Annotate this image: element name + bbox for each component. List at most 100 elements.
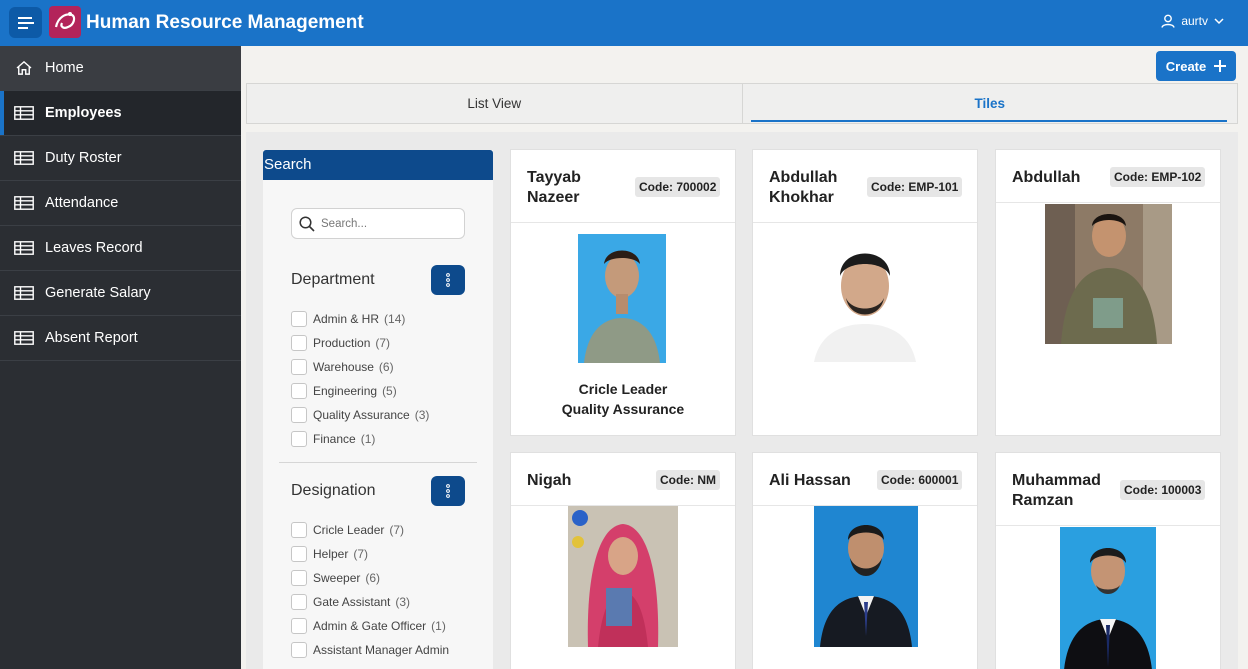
sidebar-item-label: Attendance: [45, 195, 119, 211]
person-silhouette-icon: [1060, 527, 1156, 669]
sidebar-item-label: Employees: [45, 105, 122, 121]
employee-name: Abdullah Khokhar: [769, 168, 837, 208]
username: aurtv: [1181, 14, 1208, 28]
table-icon: [14, 151, 34, 165]
facet-option[interactable]: Production (7): [291, 331, 429, 355]
facet-title-designation: Designation: [291, 482, 376, 499]
facet-option[interactable]: Engineering (5): [291, 379, 429, 403]
sidebar-item-generate-salary[interactable]: Generate Salary: [0, 271, 241, 316]
user-menu[interactable]: aurtv: [1161, 14, 1224, 28]
checkbox[interactable]: [291, 570, 307, 586]
checkbox[interactable]: [291, 618, 307, 634]
employee-card[interactable]: Tayyab Nazeer Code: 700002 Cricle Leader…: [510, 149, 736, 436]
employee-code-badge: Code: EMP-101: [867, 177, 963, 197]
app-logo[interactable]: [49, 6, 81, 38]
designation-facet-actions-button[interactable]: [431, 476, 465, 506]
employee-photo: [1060, 527, 1156, 669]
employee-code-badge: Code: NM: [656, 470, 720, 490]
hamburger-menu-button[interactable]: [9, 7, 42, 38]
facet-option-label: Sweeper: [313, 571, 361, 585]
facet-option[interactable]: Admin & Gate Officer (1): [291, 614, 454, 638]
checkbox[interactable]: [291, 383, 307, 399]
checkbox[interactable]: [291, 594, 307, 610]
table-icon: [14, 106, 34, 120]
sidebar-item-attendance[interactable]: Attendance: [0, 181, 241, 226]
employee-card[interactable]: Nigah Code: NM: [510, 452, 736, 669]
facet-option[interactable]: Gate Assistant (3): [291, 590, 454, 614]
employee-photo: [814, 506, 918, 647]
create-button[interactable]: Create: [1156, 51, 1236, 81]
facet-option-label: Cricle Leader: [313, 523, 385, 537]
person-silhouette-icon: [814, 506, 918, 647]
person-silhouette-icon: [804, 224, 927, 362]
facet-option[interactable]: Helper (7): [291, 542, 454, 566]
facet-option-count: (3): [414, 408, 430, 422]
sidebar-item-absent-report[interactable]: Absent Report: [0, 316, 241, 361]
facet-title-department: Department: [291, 271, 375, 288]
employee-photo: [1045, 204, 1172, 344]
facet-option[interactable]: Quality Assurance (3): [291, 403, 429, 427]
facet-option-label: Warehouse: [313, 360, 374, 374]
facet-option-label: Admin & Gate Officer: [313, 619, 427, 633]
user-icon: [1161, 14, 1176, 28]
search-icon: [299, 215, 315, 232]
search-input[interactable]: Search...: [291, 208, 465, 239]
employee-name-line: Nazeer: [527, 189, 580, 206]
employee-name-line: Ramzan: [1012, 492, 1074, 509]
checkbox[interactable]: [291, 359, 307, 375]
facet-option[interactable]: Finance (1): [291, 427, 429, 451]
employee-card[interactable]: Abdullah Code: EMP-102: [995, 149, 1221, 436]
view-tabs: List View Tiles: [246, 83, 1238, 124]
facet-option-label: Admin & HR: [313, 312, 380, 326]
table-icon: [14, 331, 34, 345]
facet-option-label: Production: [313, 336, 371, 350]
facet-option[interactable]: Warehouse (6): [291, 355, 429, 379]
card-divider: [996, 202, 1220, 203]
facet-option-count: (6): [365, 571, 381, 585]
employee-photo: [568, 506, 678, 647]
department-facet-actions-button[interactable]: [431, 265, 465, 295]
employee-name: Ali Hassan: [769, 471, 851, 491]
employee-name: Nigah: [527, 471, 571, 491]
person-silhouette-icon: [1045, 204, 1172, 344]
checkbox[interactable]: [291, 642, 307, 658]
employee-code-badge: Code: 100003: [1120, 480, 1206, 500]
facet-divider: [279, 462, 477, 463]
facet-option-label: Engineering: [313, 384, 378, 398]
employee-name-line: Khokhar: [769, 189, 834, 206]
create-button-label: Create: [1165, 58, 1207, 74]
tab-tiles[interactable]: Tiles: [743, 84, 1238, 123]
employee-name: Abdullah: [1012, 168, 1080, 188]
sidebar-item-label: Absent Report: [45, 330, 138, 346]
checkbox[interactable]: [291, 522, 307, 538]
facet-option-count: (3): [395, 595, 411, 609]
facet-option[interactable]: Cricle Leader (7): [291, 518, 454, 542]
facet-option-count: (14): [384, 312, 406, 326]
sidebar-item-leaves-record[interactable]: Leaves Record: [0, 226, 241, 271]
employee-card[interactable]: Ali Hassan Code: 600001: [752, 452, 978, 669]
card-divider: [753, 222, 977, 223]
checkbox[interactable]: [291, 546, 307, 562]
employee-department: Quality Assurance: [561, 401, 685, 417]
checkbox[interactable]: [291, 407, 307, 423]
checkbox[interactable]: [291, 431, 307, 447]
employee-name-line: Nigah: [527, 472, 572, 489]
sidebar-item-duty-roster[interactable]: Duty Roster: [0, 136, 241, 181]
checkbox[interactable]: [291, 335, 307, 351]
tab-list-view[interactable]: List View: [247, 84, 743, 123]
chevron-down-icon: [1214, 18, 1224, 25]
checkbox[interactable]: [291, 311, 307, 327]
facet-option[interactable]: Admin & HR (14): [291, 307, 429, 331]
employee-card[interactable]: Muhammad Ramzan Code: 100003: [995, 452, 1221, 669]
sidebar-item-employees[interactable]: Employees: [0, 91, 241, 136]
more-vertical-icon: [446, 273, 450, 287]
menu-icon: [17, 16, 34, 29]
facet-option-count: (1): [360, 432, 376, 446]
employee-name-line: Ali Hassan: [769, 472, 851, 489]
facet-option[interactable]: Assistant Manager Admin: [291, 638, 454, 662]
facet-option[interactable]: Sweeper (6): [291, 566, 454, 590]
app-title[interactable]: Human Resource Management: [86, 12, 364, 34]
designation-facet-list: Cricle Leader (7) Helper (7) Sweeper (6) Ga…: [291, 518, 454, 662]
employee-card[interactable]: Abdullah Khokhar Code: EMP-101: [752, 149, 978, 436]
sidebar-item-home[interactable]: Home: [0, 46, 241, 91]
